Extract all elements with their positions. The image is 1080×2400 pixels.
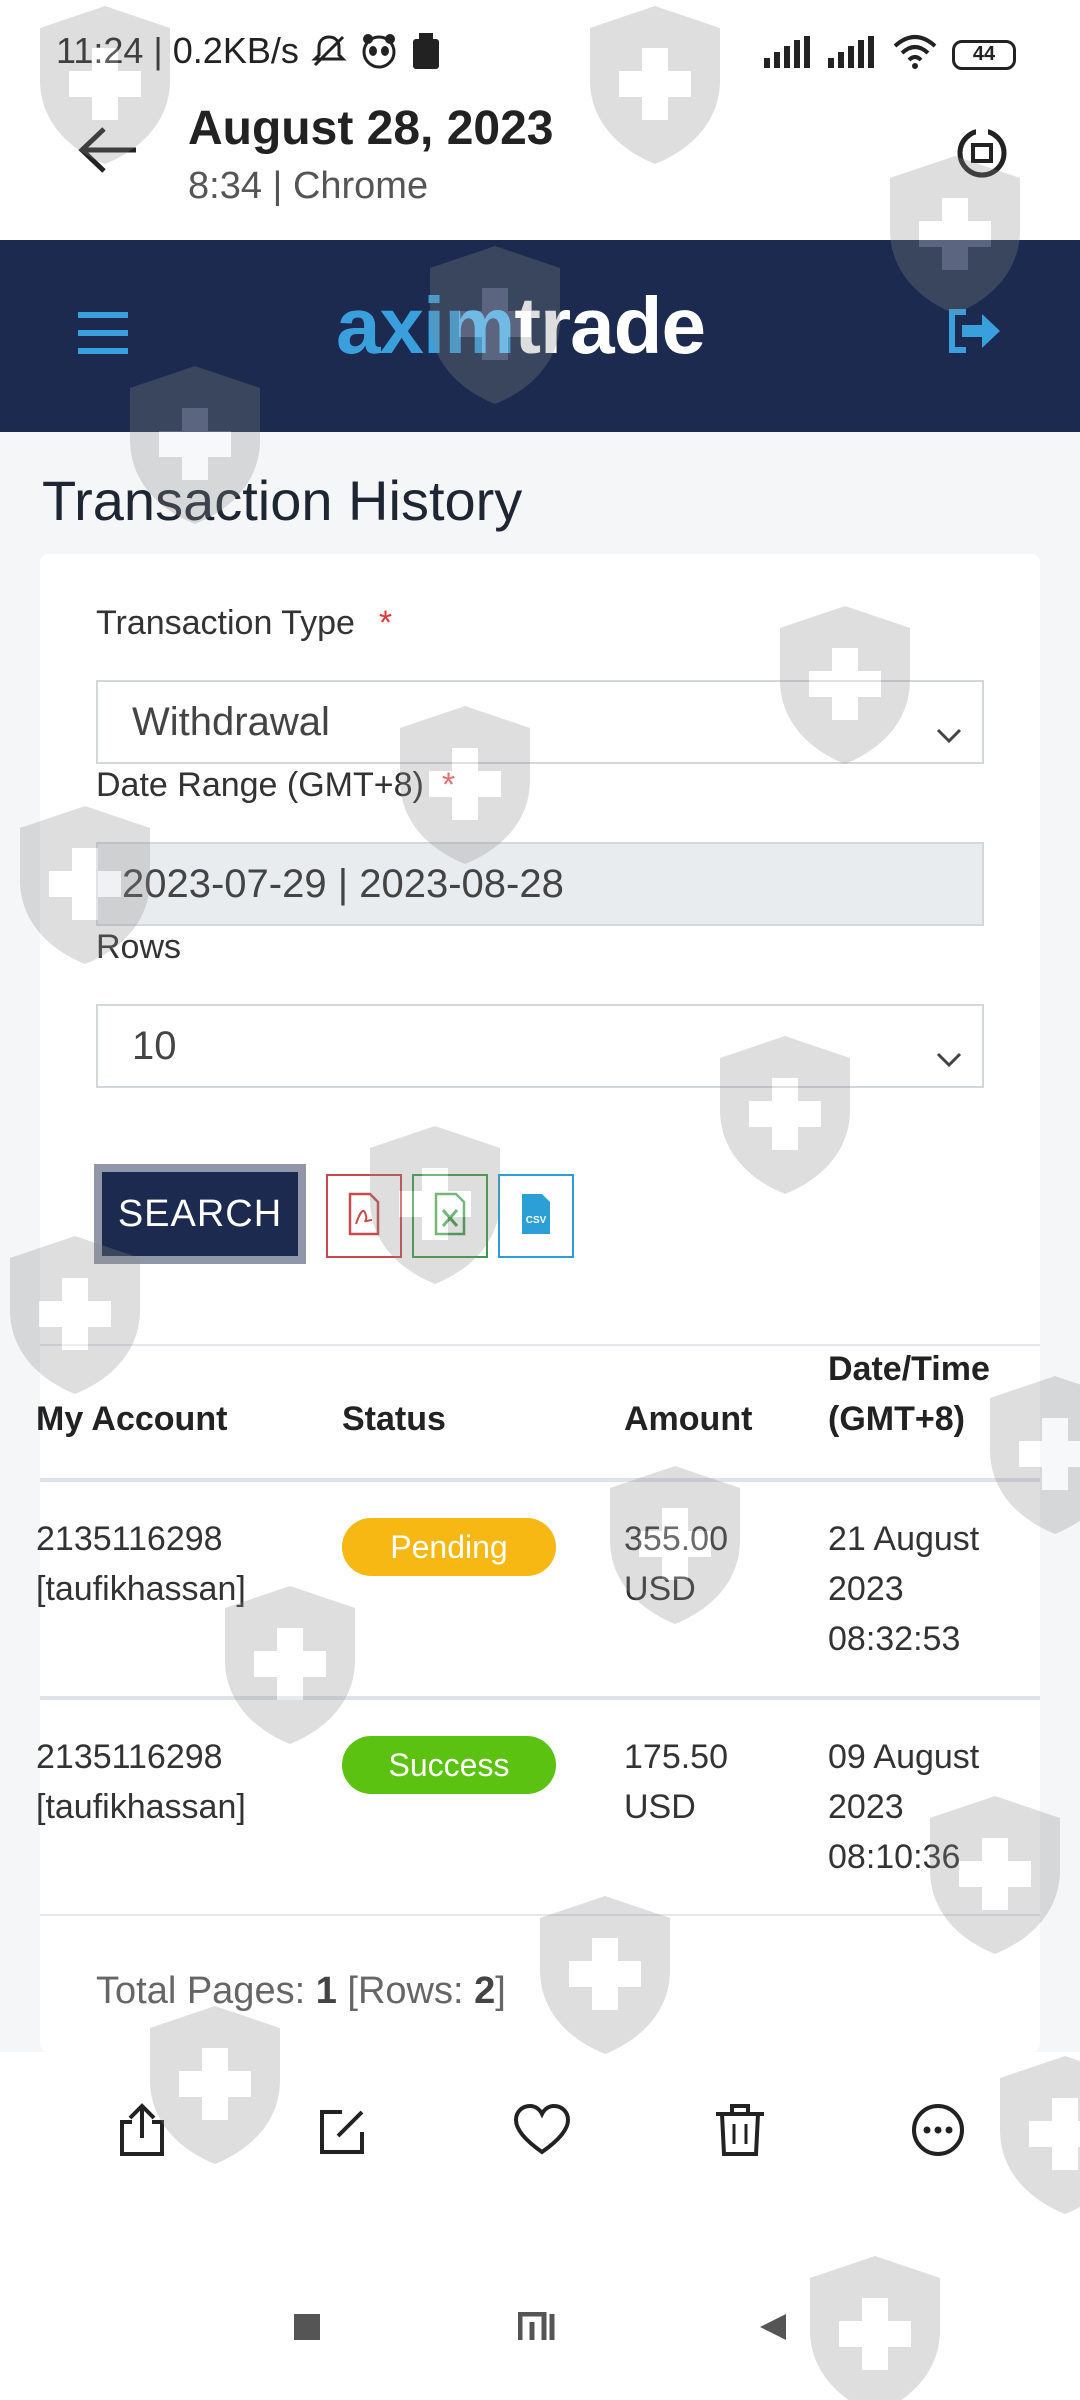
logo-part-axim: axim — [336, 281, 515, 370]
header-account: My Account — [36, 1400, 228, 1438]
export-excel-button[interactable] — [412, 1174, 488, 1258]
row2-date-line2: 2023 — [828, 1788, 904, 1826]
edit-icon[interactable] — [316, 2102, 368, 2163]
row1-amount: 355.00 USD — [624, 1514, 728, 1614]
excel-icon — [432, 1192, 468, 1241]
signal-icon-2 — [828, 36, 878, 73]
row2-account-id: 2135116298 — [36, 1738, 223, 1776]
mute-icon — [309, 31, 349, 71]
status-net-speed: 0.2KB/s — [172, 30, 299, 71]
chevron-down-icon — [936, 710, 962, 755]
favorite-heart-icon[interactable] — [512, 2102, 572, 2163]
row1-account: 2135116298 [taufikhassan] — [36, 1514, 246, 1614]
row2-datetime: 09 August 2023 08:10:36 — [828, 1732, 979, 1882]
row2-amount-value: 175.50 — [624, 1738, 728, 1776]
logout-icon[interactable] — [946, 308, 1002, 359]
rows-value: 10 — [132, 1023, 177, 1068]
recents-icon[interactable] — [292, 2312, 322, 2347]
signal-icon-1 — [764, 36, 814, 73]
date-range-label-text: Date Range (GMT+8) — [96, 766, 424, 804]
rows-count-label: [Rows: — [347, 1970, 464, 2012]
viewer-subtitle: 8:34 | Chrome — [188, 165, 429, 207]
row2-account-name: [taufikhassan] — [36, 1788, 246, 1826]
date-range-label: Date Range (GMT+8) * — [96, 766, 455, 805]
required-mark: * — [378, 604, 393, 642]
viewer-date: August 28, 2023 — [188, 102, 554, 155]
status-left: 11:24 | 0.2KB/s — [56, 30, 443, 72]
date-range-value: 2023-07-29 | 2023-08-28 — [122, 861, 564, 906]
status-bar: 11:24 | 0.2KB/s 44 — [0, 0, 1080, 105]
header-datetime: Date/Time (GMT+8) — [828, 1344, 990, 1444]
page-content: Transaction History Transaction Type * Wi… — [0, 432, 1080, 2052]
rotate-icon[interactable] — [954, 125, 1010, 186]
export-pdf-button[interactable] — [326, 1174, 402, 1258]
transaction-type-label: Transaction Type * — [96, 604, 392, 643]
viewer-header: August 28, 2023 8:34 | Chrome — [0, 95, 1080, 240]
row1-date-line1: 21 August — [828, 1520, 980, 1558]
page-title: Transaction History — [42, 469, 523, 532]
share-icon[interactable] — [116, 2102, 168, 2163]
site-navbar: aximtrade — [0, 240, 1080, 432]
row2-date-line1: 09 August — [828, 1738, 980, 1776]
row1-account-id: 2135116298 — [36, 1520, 223, 1558]
status-right: 44 — [764, 34, 1016, 75]
row-divider — [40, 1696, 1040, 1700]
row1-time: 08:32:53 — [828, 1620, 961, 1658]
search-button[interactable]: SEARCH — [94, 1164, 306, 1264]
status-badge-pending: Pending — [342, 1518, 556, 1576]
row1-datetime: 21 August 2023 08:32:53 — [828, 1514, 979, 1664]
battery-icon: 44 — [952, 39, 1016, 70]
transaction-type-value: Withdrawal — [132, 699, 330, 744]
rows-label: Rows — [96, 928, 182, 966]
status-separator: | — [153, 30, 163, 71]
menu-icon[interactable] — [78, 310, 128, 361]
wifi-icon — [892, 34, 938, 75]
csv-icon-text: CSV — [526, 1215, 547, 1226]
header-divider — [40, 1478, 1040, 1482]
trash-status-icon — [409, 31, 443, 71]
date-range-input[interactable]: 2023-07-29 | 2023-08-28 — [96, 842, 984, 926]
status-badge-success: Success — [342, 1736, 556, 1794]
system-navbar — [0, 2282, 1080, 2400]
chevron-down-icon — [936, 1034, 962, 1079]
transaction-type-select[interactable]: Withdrawal — [96, 680, 984, 764]
row2-account: 2135116298 [taufikhassan] — [36, 1732, 246, 1832]
row1-date-line2: 2023 — [828, 1570, 904, 1608]
transaction-card: Transaction Type * Withdrawal Date Range … — [36, 554, 1040, 2052]
total-pages-value: 1 — [315, 1970, 337, 2012]
row2-currency: USD — [624, 1788, 696, 1826]
row1-currency: USD — [624, 1570, 696, 1608]
home-mi-icon[interactable] — [517, 2311, 562, 2347]
export-csv-button[interactable]: CSV — [498, 1174, 574, 1258]
back-arrow-icon[interactable] — [78, 125, 138, 180]
csv-icon: CSV — [518, 1192, 554, 1241]
pdf-icon — [346, 1192, 382, 1241]
row1-account-name: [taufikhassan] — [36, 1570, 246, 1608]
header-datetime-line2: (GMT+8) — [828, 1400, 965, 1438]
row-divider — [40, 1914, 1040, 1916]
transaction-type-label-text: Transaction Type — [96, 604, 355, 642]
pagination-summary: Total Pages: 1 [Rows: 2] — [96, 1970, 506, 2013]
status-time: 11:24 — [56, 30, 144, 71]
header-datetime-line1: Date/Time — [828, 1350, 990, 1388]
header-amount: Amount — [624, 1400, 753, 1438]
aximtrade-logo[interactable]: aximtrade — [336, 280, 706, 372]
rows-count-close: ] — [495, 1970, 506, 2012]
row2-amount: 175.50 USD — [624, 1732, 728, 1832]
rows-count-value: 2 — [474, 1970, 496, 2012]
back-triangle-icon[interactable] — [758, 2312, 788, 2347]
panda-icon — [359, 31, 399, 71]
row1-amount-value: 355.00 — [624, 1520, 728, 1558]
required-mark: * — [441, 766, 456, 804]
delete-icon[interactable] — [714, 2102, 766, 2163]
row2-time: 08:10:36 — [828, 1838, 961, 1876]
header-status: Status — [342, 1400, 446, 1438]
logo-part-trade: trade — [514, 281, 706, 370]
total-pages-label: Total Pages: — [96, 1970, 306, 2012]
rows-select[interactable]: 10 — [96, 1004, 984, 1088]
more-options-icon[interactable] — [910, 2102, 966, 2163]
viewer-toolbar — [0, 2052, 1080, 2282]
